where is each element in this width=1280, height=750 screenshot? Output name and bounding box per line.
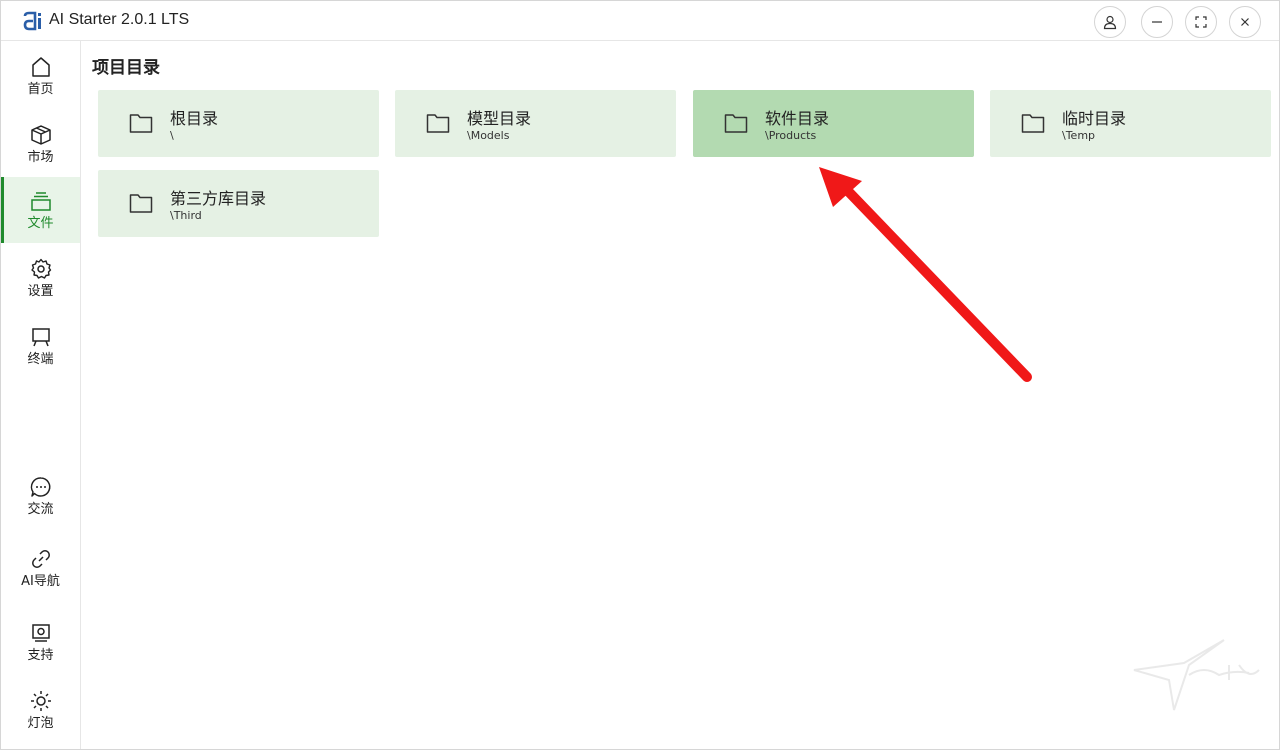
sidebar-item-theme[interactable]: 灯泡 — [1, 677, 80, 743]
folder-card-temp[interactable]: 临时目录 \Temp — [990, 90, 1271, 157]
folder-icon — [1021, 114, 1045, 133]
link-icon — [31, 549, 50, 568]
files-icon — [30, 191, 51, 211]
app-window: AI Starter 2.0.1 LTS 首页 市场 文件 设置 终端 交流 A… — [0, 0, 1280, 750]
home-icon — [31, 56, 50, 77]
sidebar-item-home[interactable]: 首页 — [1, 43, 80, 109]
maximize-button[interactable] — [1185, 6, 1217, 38]
terminal-icon — [31, 327, 50, 346]
sidebar-item-label: 交流 — [27, 501, 54, 517]
sidebar-item-ai-nav[interactable]: AI导航 — [1, 535, 80, 601]
package-icon — [30, 124, 51, 145]
sidebar-item-chat[interactable]: 交流 — [1, 463, 80, 529]
folder-path: \ — [170, 129, 174, 142]
folder-card-third[interactable]: 第三方库目录 \Third — [98, 170, 379, 237]
user-button[interactable] — [1094, 6, 1126, 38]
sidebar-item-label: 市场 — [27, 149, 54, 165]
sidebar-item-label: 首页 — [27, 81, 54, 97]
folder-name: 模型目录 — [467, 109, 532, 128]
page-title: 项目目录 — [92, 58, 160, 78]
sidebar-item-label: 设置 — [27, 283, 54, 299]
folder-path: \Third — [170, 209, 202, 222]
sidebar-item-label: AI导航 — [21, 573, 60, 589]
folder-icon — [426, 114, 450, 133]
folder-card-root[interactable]: 根目录 \ — [98, 90, 379, 157]
sidebar-item-settings[interactable]: 设置 — [1, 245, 80, 311]
gear-icon — [30, 258, 51, 279]
sidebar-item-support[interactable]: 支持 — [1, 609, 80, 675]
title-bar: AI Starter 2.0.1 LTS — [1, 1, 1279, 41]
sidebar-item-label: 文件 — [27, 215, 54, 231]
folder-path: \Models — [467, 129, 510, 142]
folder-icon — [129, 194, 153, 213]
window-title: AI Starter 2.0.1 LTS — [49, 11, 190, 28]
app-logo-icon — [23, 11, 41, 31]
folder-name: 根目录 — [170, 109, 219, 128]
support-icon — [31, 623, 50, 642]
maximize-icon — [1195, 16, 1207, 28]
folder-name: 临时目录 — [1062, 109, 1127, 128]
folder-card-models[interactable]: 模型目录 \Models — [395, 90, 676, 157]
sidebar-item-label: 灯泡 — [27, 715, 54, 731]
close-button[interactable] — [1229, 6, 1261, 38]
minimize-icon — [1152, 21, 1162, 23]
minimize-button[interactable] — [1141, 6, 1173, 38]
folder-icon — [724, 114, 748, 133]
folder-name: 第三方库目录 — [170, 189, 267, 208]
folder-card-products[interactable]: 软件目录 \Products — [693, 90, 974, 157]
folder-path: \Products — [765, 129, 817, 142]
sidebar-item-label: 支持 — [27, 647, 54, 663]
user-icon — [1103, 15, 1117, 30]
chat-icon — [30, 476, 50, 497]
folder-name: 软件目录 — [765, 109, 830, 128]
sidebar-item-files[interactable]: 文件 — [1, 177, 80, 243]
watermark-logo-icon — [1133, 639, 1260, 711]
sun-icon — [30, 690, 51, 711]
folder-icon — [129, 114, 153, 133]
sidebar: 首页 市场 文件 设置 终端 交流 AI导航 支持 灯泡 — [1, 41, 81, 749]
sidebar-item-terminal[interactable]: 终端 — [1, 313, 80, 379]
close-icon — [1241, 18, 1249, 26]
sidebar-item-market[interactable]: 市场 — [1, 111, 80, 177]
folder-path: \Temp — [1062, 129, 1096, 142]
main-content: 项目目录 根目录 \ 模型目录 \Models 软件目录 \Products 临… — [82, 41, 1279, 749]
sidebar-item-label: 终端 — [27, 351, 54, 367]
